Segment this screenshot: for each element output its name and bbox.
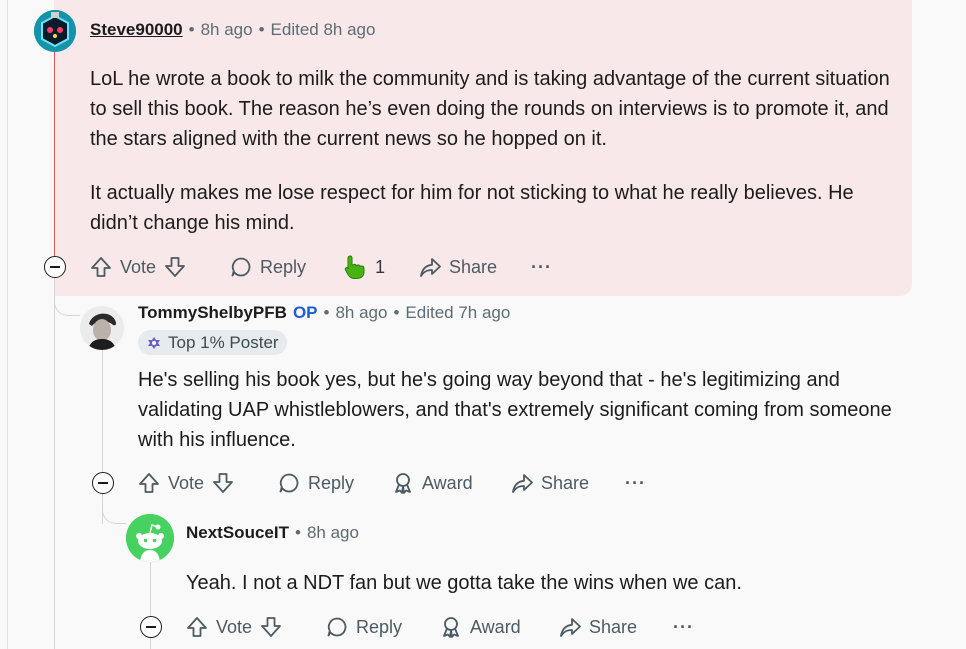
share-button[interactable]: Share [559, 612, 637, 642]
award-label: Award [470, 616, 521, 637]
more-dots: ··· [673, 616, 694, 637]
comment-paragraph: It actually makes me lose respect for hi… [90, 182, 854, 234]
comment-meta: Steve90000 • 8h ago • Edited 8h ago [90, 20, 375, 40]
award-label: Award [422, 472, 473, 493]
share-arrow-icon [420, 258, 441, 277]
timestamp[interactable]: 8h ago [201, 20, 253, 40]
edited-label: Edited 7h ago [405, 303, 511, 322]
thread-line-next[interactable] [150, 560, 151, 616]
reply-label: Reply [308, 472, 355, 493]
more-dots: ··· [625, 472, 646, 493]
downvote-icon[interactable] [212, 472, 234, 494]
separator: • [393, 303, 400, 322]
separator: • [258, 20, 265, 39]
comment-actions: Vote Reply Award Share ··· [138, 468, 658, 498]
vote-label: Vote [168, 472, 205, 493]
comment-body: LoL he wrote a book to milk the communit… [90, 64, 900, 262]
separator: • [323, 303, 330, 322]
reply-label: Reply [260, 256, 307, 277]
more-dots: ··· [531, 256, 552, 277]
comment-bubble-icon [279, 473, 299, 493]
vote-group: Vote [138, 468, 234, 498]
username-link[interactable]: Steve90000 [90, 20, 183, 40]
reply-button[interactable]: Reply [278, 468, 354, 498]
user-photo-icon [80, 306, 124, 350]
award-button[interactable]: Award [392, 468, 473, 498]
more-options-button[interactable]: ··· [673, 612, 694, 642]
comment-meta: TommyShelbyPFB OP • 8h ago • Edited 7h a… [138, 303, 510, 323]
downvote-icon[interactable] [164, 256, 186, 278]
thread-line-tommy[interactable] [102, 350, 103, 472]
snoo-default-avatar-icon [126, 514, 174, 562]
comment-bubble-icon [231, 257, 251, 277]
comment-bubble-icon [327, 617, 347, 637]
collapse-thread-button[interactable] [92, 472, 114, 494]
share-label: Share [589, 616, 638, 637]
avatar[interactable] [34, 10, 76, 52]
separator: • [294, 523, 301, 542]
vote-group: Vote [186, 612, 282, 642]
user-flair: Top 1% Poster [138, 330, 287, 355]
thread-line-steve-lower[interactable] [54, 278, 55, 298]
comment-body: He's selling his book yes, but he's goin… [138, 365, 898, 479]
comment-meta: NextSouceIT • 8h ago [186, 523, 359, 543]
op-badge: OP [292, 303, 318, 322]
avatar[interactable] [80, 306, 124, 350]
share-label: Share [541, 472, 590, 493]
share-arrow-icon [560, 618, 581, 637]
thread-border [7, 0, 8, 649]
award-ribbon-icon [395, 473, 411, 494]
upvote-icon[interactable] [186, 616, 208, 638]
upvote-icon[interactable] [90, 256, 112, 278]
collapse-thread-button[interactable] [44, 256, 66, 278]
username-link[interactable]: TommyShelbyPFB [138, 303, 287, 323]
share-arrow-icon [512, 474, 533, 493]
award-button[interactable]: Award [440, 612, 521, 642]
reply-button[interactable]: Reply [230, 252, 306, 282]
vote-label: Vote [120, 256, 157, 277]
separator: • [188, 20, 195, 39]
share-button[interactable]: Share [419, 252, 497, 282]
pointing-hand-award-icon [344, 255, 365, 279]
more-options-button[interactable]: ··· [531, 252, 552, 282]
more-options-button[interactable]: ··· [625, 468, 646, 498]
award-button[interactable]: 1 [343, 252, 385, 282]
thread-curve [54, 296, 80, 316]
avatar[interactable] [126, 514, 174, 562]
poster-rank-icon [148, 336, 160, 349]
thread-line-root[interactable] [54, 300, 55, 649]
comment-actions: Vote Reply 1 Share ··· [90, 252, 570, 282]
comment-thread: Steve90000 • 8h ago • Edited 8h ago LoL … [0, 0, 966, 649]
snoo-avatar-icon [34, 10, 76, 52]
vote-label: Vote [216, 616, 253, 637]
comment-paragraph: Yeah. I not a NDT fan but we gotta take … [186, 572, 742, 594]
comment-actions: Vote Reply Award Share ··· [186, 612, 706, 642]
thread-line-next-lower[interactable] [150, 638, 151, 649]
award-ribbon-icon [443, 617, 459, 638]
comment-paragraph: LoL he wrote a book to milk the communit… [90, 68, 890, 150]
username-link[interactable]: NextSouceIT [186, 523, 289, 543]
reply-label: Reply [356, 616, 403, 637]
share-label: Share [449, 256, 498, 277]
reply-button[interactable]: Reply [326, 612, 402, 642]
thread-curve-2 [102, 504, 126, 524]
thread-line-steve[interactable] [54, 40, 55, 256]
vote-group: Vote [90, 252, 186, 282]
award-count: 1 [375, 256, 386, 277]
downvote-icon[interactable] [260, 616, 282, 638]
collapse-thread-button[interactable] [140, 616, 162, 638]
timestamp[interactable]: 8h ago [335, 303, 387, 323]
comment-paragraph: He's selling his book yes, but he's goin… [138, 369, 892, 451]
flair-label: Top 1% Poster [168, 332, 279, 352]
edited-label: Edited 8h ago [270, 20, 376, 39]
upvote-icon[interactable] [138, 472, 160, 494]
timestamp[interactable]: 8h ago [307, 523, 359, 543]
share-button[interactable]: Share [511, 468, 589, 498]
